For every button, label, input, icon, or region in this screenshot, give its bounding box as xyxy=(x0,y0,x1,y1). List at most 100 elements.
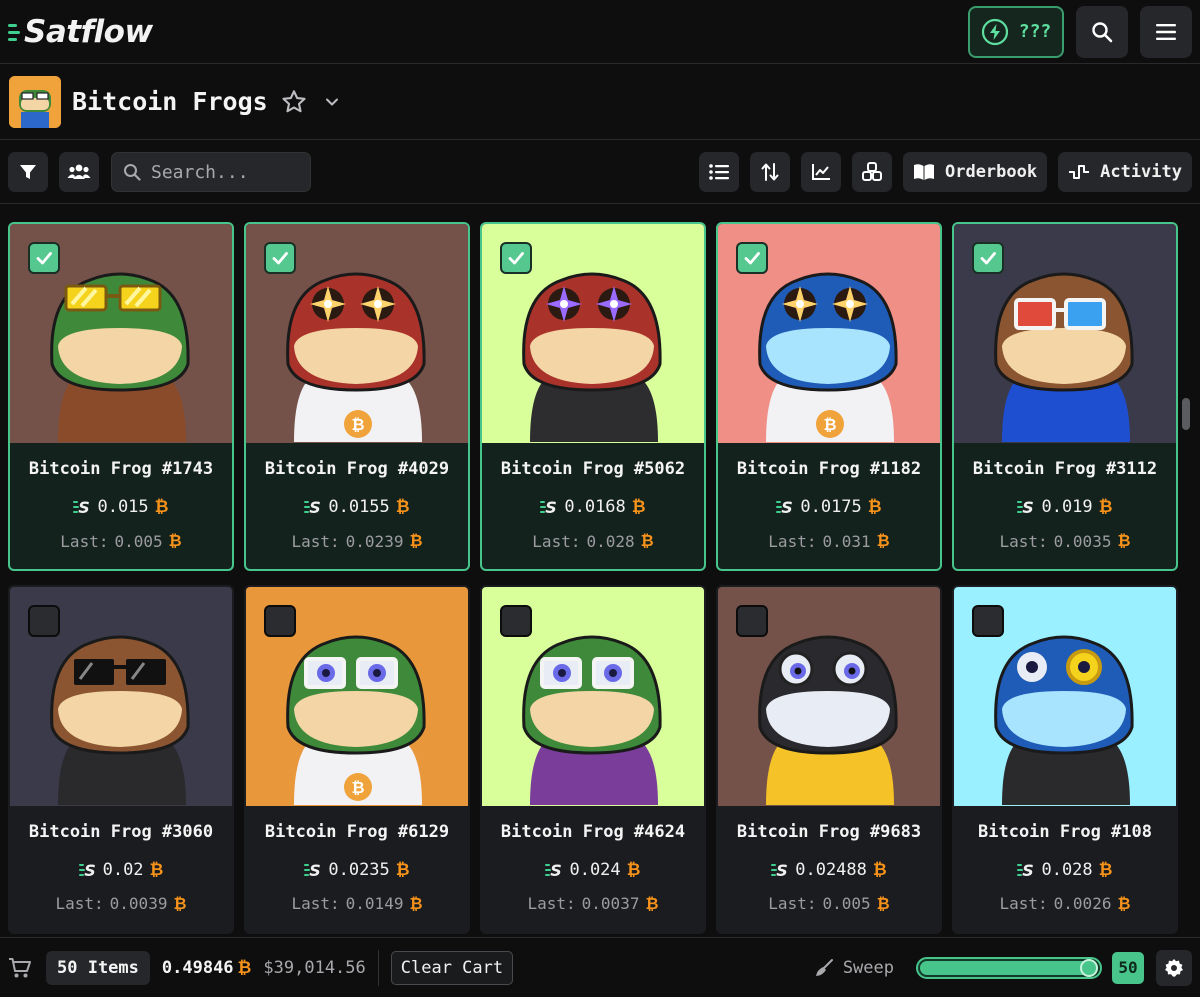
card-last-sale: Last: 0.031 ₿ xyxy=(718,531,940,551)
cart-icon[interactable] xyxy=(8,957,32,979)
svg-text:₿: ₿ xyxy=(351,415,364,434)
card-price: S 0.02488 ₿ xyxy=(718,860,940,880)
select-checkbox[interactable] xyxy=(500,242,532,274)
clear-cart-button[interactable]: Clear Cart xyxy=(390,950,514,985)
bitcoin-icon: ₿ xyxy=(154,497,169,517)
line-chart-icon xyxy=(811,164,830,180)
sweep-slider-fill xyxy=(920,960,1098,975)
nft-card[interactable]: ₿ Bitcoin Frog #1182 S 0.0175 ₿ Last: 0.… xyxy=(716,222,942,571)
select-checkbox[interactable] xyxy=(500,604,532,637)
sort-button[interactable] xyxy=(749,152,790,192)
select-checkbox[interactable] xyxy=(972,604,1004,637)
satflow-logo[interactable]: Satflow xyxy=(8,14,153,50)
bitcoin-icon: ₿ xyxy=(1098,859,1113,880)
list-view-button[interactable] xyxy=(698,152,739,192)
nft-card[interactable]: Bitcoin Frog #3060 S 0.02 ₿ Last: 0.0039… xyxy=(8,584,234,934)
sweep-slider-knob[interactable] xyxy=(1080,958,1098,977)
scrollbar[interactable] xyxy=(1182,206,1190,934)
nft-card[interactable]: ₿ Bitcoin Frog #6129 S 0.0235 ₿ Last: 0.… xyxy=(244,584,470,934)
last-sale-value: 0.031 xyxy=(822,531,871,551)
nft-card[interactable]: Bitcoin Frog #108 S 0.028 ₿ Last: 0.0026… xyxy=(952,584,1178,934)
card-price: S 0.028 ₿ xyxy=(954,860,1176,880)
svg-text:S: S xyxy=(1023,861,1035,879)
svg-text:S: S xyxy=(79,498,91,516)
nft-card[interactable]: Bitcoin Frog #5062 S 0.0168 ₿ Last: 0.02… xyxy=(480,222,706,571)
cart-total-value: 0.49846 xyxy=(161,957,234,978)
last-sale-label: Last: xyxy=(291,894,340,913)
nft-card[interactable]: ₿ Bitcoin Frog #4029 S 0.0155 ₿ Last: 0.… xyxy=(244,222,470,571)
chevron-down-icon[interactable] xyxy=(322,92,342,112)
settings-button[interactable] xyxy=(1156,949,1192,986)
activity-button[interactable]: Activity xyxy=(1058,152,1192,192)
select-checkbox[interactable] xyxy=(28,604,60,637)
card-title: Bitcoin Frog #1182 xyxy=(736,459,922,479)
sweep-slider[interactable] xyxy=(916,956,1102,979)
last-sale-label: Last: xyxy=(999,894,1048,913)
card-price-value: 0.02488 xyxy=(795,859,867,880)
chart-button[interactable] xyxy=(800,152,841,192)
card-price: S 0.015 ₿ xyxy=(10,497,232,517)
activity-pulse-icon xyxy=(1069,165,1090,179)
bitcoin-icon: ₿ xyxy=(395,859,410,880)
scrollbar-thumb[interactable] xyxy=(1182,398,1190,430)
svg-text:S: S xyxy=(84,861,96,879)
satflow-logo-mark-icon xyxy=(8,20,22,44)
bitcoin-icon: ₿ xyxy=(867,497,882,517)
nft-card[interactable]: Bitcoin Frog #3112 S 0.019 ₿ Last: 0.003… xyxy=(952,222,1178,571)
satflow-s-icon: S xyxy=(304,498,322,516)
select-checkbox[interactable] xyxy=(736,242,768,274)
gear-icon xyxy=(1165,958,1183,977)
points-button[interactable]: ??? xyxy=(968,5,1064,58)
select-checkbox[interactable] xyxy=(28,242,60,274)
satflow-s-icon: S xyxy=(540,498,558,516)
last-sale-label: Last: xyxy=(527,894,576,913)
collection-header: Bitcoin Frogs xyxy=(0,64,1200,140)
bitcoin-icon: ₿ xyxy=(149,859,164,880)
filter-button[interactable] xyxy=(8,152,48,192)
bitcoin-icon: ₿ xyxy=(626,859,641,880)
bitcoin-icon: ₿ xyxy=(168,531,182,550)
search-box[interactable] xyxy=(111,152,311,192)
last-sale-value: 0.0037 xyxy=(581,894,640,913)
frog-artwork xyxy=(954,224,1176,443)
card-price-value: 0.024 xyxy=(569,859,621,880)
orderbook-button[interactable]: Orderbook xyxy=(902,152,1048,192)
select-checkbox[interactable] xyxy=(264,242,296,274)
favorite-star-icon[interactable] xyxy=(280,88,308,116)
last-sale-label: Last: xyxy=(60,531,109,551)
satflow-s-icon: S xyxy=(1017,498,1035,516)
search-button[interactable] xyxy=(1076,5,1128,58)
card-title: Bitcoin Frog #4029 xyxy=(264,459,450,479)
card-last-sale: Last: 0.0026 ₿ xyxy=(954,894,1176,914)
cart-items-count[interactable]: 50 Items xyxy=(46,950,150,985)
select-checkbox[interactable] xyxy=(972,242,1004,274)
checkmark-icon xyxy=(744,252,760,265)
last-sale-label: Last: xyxy=(768,531,817,551)
menu-button[interactable] xyxy=(1140,5,1192,58)
bitcoin-icon: ₿ xyxy=(645,893,659,913)
frog-avatar-icon xyxy=(9,75,61,128)
satflow-s-icon: S xyxy=(776,498,794,516)
lightning-bolt-icon xyxy=(981,18,1008,45)
select-checkbox[interactable] xyxy=(264,604,296,637)
card-last-sale: Last: 0.028 ₿ xyxy=(482,531,704,551)
nft-card[interactable]: Bitcoin Frog #1743 S 0.015 ₿ Last: 0.005… xyxy=(8,222,234,571)
card-last-sale: Last: 0.0239 ₿ xyxy=(246,531,468,551)
card-price-value: 0.0168 xyxy=(564,497,626,517)
search-input[interactable] xyxy=(151,161,301,183)
cart-total-btc: 0.49846 ₿ xyxy=(162,958,252,978)
svg-text:S: S xyxy=(776,861,788,879)
checkmark-icon xyxy=(36,252,52,265)
card-price-value: 0.0235 xyxy=(328,859,390,880)
nft-card[interactable]: Bitcoin Frog #9683 S 0.02488 ₿ Last: 0.0… xyxy=(716,584,942,934)
sort-arrows-icon xyxy=(761,163,779,181)
nft-card[interactable]: Bitcoin Frog #4624 S 0.024 ₿ Last: 0.003… xyxy=(480,584,706,934)
select-checkbox[interactable] xyxy=(736,604,768,637)
traits-button[interactable] xyxy=(851,152,892,192)
search-icon xyxy=(1092,21,1113,42)
sweep-count[interactable]: 50 xyxy=(1112,951,1144,984)
card-price-value: 0.02 xyxy=(102,859,144,880)
top-nav: Satflow ??? xyxy=(0,0,1200,64)
holders-button[interactable] xyxy=(59,152,99,192)
last-sale-label: Last: xyxy=(999,531,1048,551)
